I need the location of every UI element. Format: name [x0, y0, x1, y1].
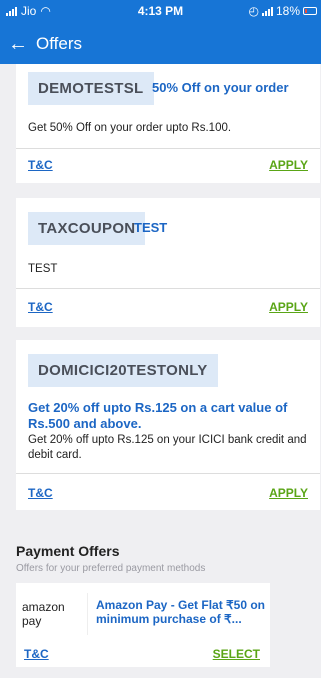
terms-link[interactable]: T&C — [28, 158, 53, 172]
divider — [16, 288, 320, 289]
payment-offer-card: amazon pay Amazon Pay - Get Flat ₹50 on … — [16, 583, 270, 667]
page-title: Offers — [36, 34, 82, 53]
back-arrow-icon[interactable]: ← — [0, 34, 36, 54]
coupon-code: DOMICICI20TESTONLY — [28, 354, 218, 387]
section-title: Payment Offers — [16, 543, 120, 559]
offer-card: DOMICICI20TESTONLY Get 20% off upto Rs.1… — [16, 340, 320, 510]
offer-card: TAXCOUPON TEST TEST T&C APPLY — [16, 198, 320, 327]
terms-link[interactable]: T&C — [24, 647, 49, 661]
payment-offer-text: Amazon Pay - Get Flat ₹50 on minimum pur… — [96, 598, 266, 626]
coupon-code: TAXCOUPON — [28, 212, 146, 245]
app-header: Jio ◠ 4:13 PM ◴ 18% ← Offers — [0, 0, 321, 64]
status-bar: Jio ◠ 4:13 PM ◴ 18% — [0, 0, 321, 22]
offer-title: 50% Off on your order — [152, 80, 289, 95]
apply-button[interactable]: APPLY — [269, 486, 308, 500]
battery-percentage: 18% — [275, 4, 300, 18]
alarm-icon: ◴ — [248, 4, 259, 18]
terms-link[interactable]: T&C — [28, 486, 53, 500]
divider — [16, 473, 320, 474]
select-button[interactable]: SELECT — [213, 647, 260, 661]
offer-title: Get 20% off upto Rs.125 on a cart value … — [28, 400, 288, 431]
divider — [16, 148, 320, 149]
offer-card: DEMOTESTSL 50% Off on your order Get 50%… — [16, 64, 320, 183]
apply-button[interactable]: APPLY — [269, 300, 308, 314]
apply-button[interactable]: APPLY — [269, 158, 308, 172]
section-subtitle: Offers for your preferred payment method… — [16, 563, 206, 574]
offer-title: TEST — [134, 220, 168, 235]
amazon-pay-logo: amazon pay — [22, 593, 88, 635]
offer-description: Get 20% off upto Rs.125 on your ICICI ba… — [28, 434, 307, 461]
signal-icon — [261, 6, 273, 16]
offer-description: TEST — [28, 263, 58, 275]
battery-icon — [303, 7, 317, 15]
offer-description: Get 50% Off on your order upto Rs.100. — [28, 122, 232, 134]
coupon-code: DEMOTESTSL — [28, 72, 154, 105]
terms-link[interactable]: T&C — [28, 300, 53, 314]
